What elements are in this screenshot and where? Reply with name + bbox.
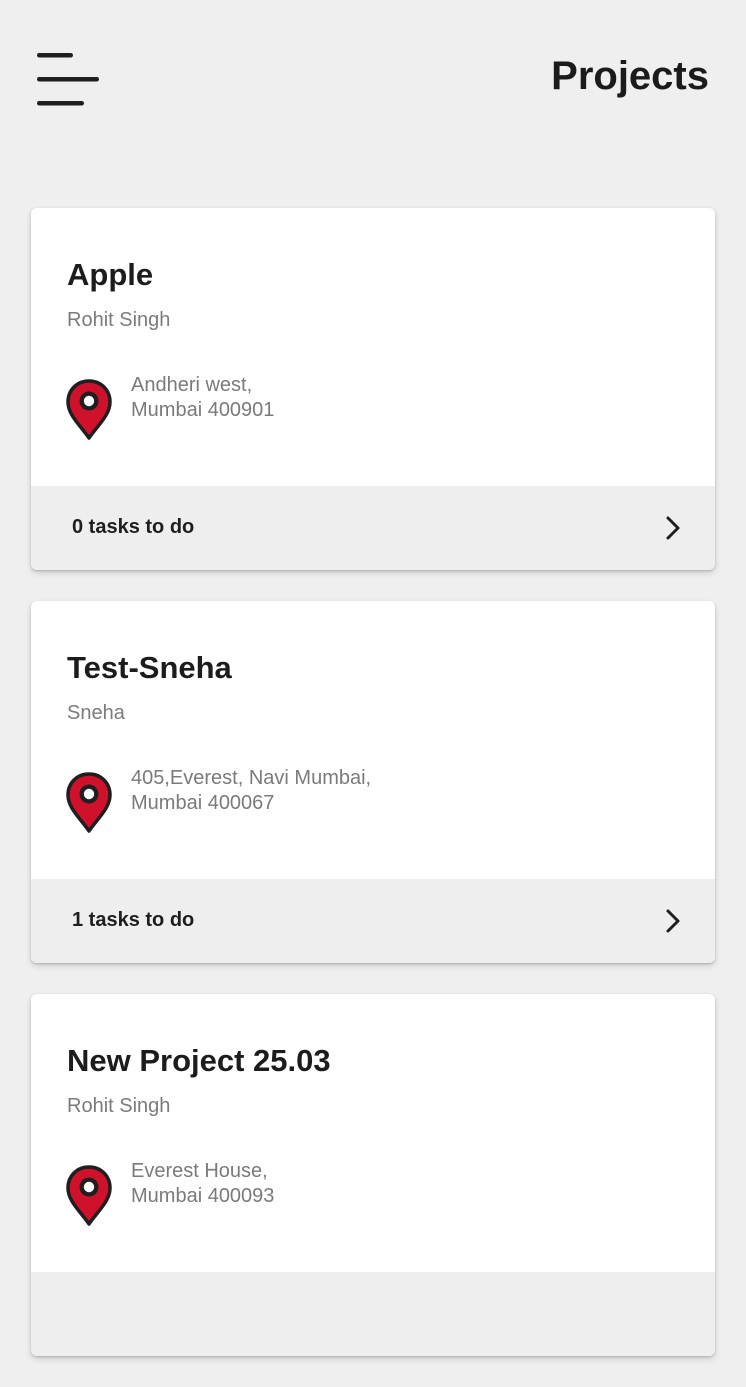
address-line-1: 405,Everest, Navi Mumbai,	[131, 767, 372, 789]
project-card[interactable]: New Project 25.03 Rohit Singh Everest Ho…	[31, 994, 715, 1356]
project-card-body[interactable]: New Project 25.03 Rohit Singh Everest Ho…	[31, 994, 715, 1272]
project-card[interactable]: Test-Sneha Sneha 405,Everest, Navi Mumba…	[31, 601, 715, 963]
project-owner: Rohit Singh	[67, 1095, 171, 1117]
address-line-2: Mumbai 400067	[131, 792, 275, 814]
map-pin-icon	[65, 379, 113, 441]
map-pin-icon	[65, 1165, 113, 1227]
project-list: Apple Rohit Singh Andheri west, Mumbai 4…	[31, 208, 715, 1387]
app-header: Projects	[0, 0, 746, 150]
page-title: Projects	[551, 54, 709, 98]
project-owner: Sneha	[67, 702, 125, 724]
project-address: Andheri west, Mumbai 400901	[131, 373, 274, 423]
tasks-footer-button[interactable]: 1 tasks to do	[31, 879, 715, 963]
address-line-1: Everest House,	[131, 1160, 268, 1182]
project-card-body[interactable]: Apple Rohit Singh Andheri west, Mumbai 4…	[31, 208, 715, 486]
project-address: Everest House, Mumbai 400093	[131, 1159, 274, 1209]
project-name: Test-Sneha	[67, 650, 232, 685]
menu-button[interactable]	[36, 50, 100, 112]
tasks-footer-button[interactable]: 0 tasks to do	[31, 486, 715, 570]
project-address: 405,Everest, Navi Mumbai, Mumbai 400067	[131, 766, 371, 816]
chevron-right-icon	[665, 908, 681, 934]
project-name: Apple	[67, 257, 154, 292]
address-line-2: Mumbai 400093	[131, 1185, 275, 1207]
map-pin-icon	[65, 772, 113, 834]
project-card[interactable]: Apple Rohit Singh Andheri west, Mumbai 4…	[31, 208, 715, 570]
project-card-body[interactable]: Test-Sneha Sneha 405,Everest, Navi Mumba…	[31, 601, 715, 879]
hamburger-menu-icon	[37, 53, 99, 106]
tasks-count: 1 tasks to do	[72, 909, 195, 931]
address-line-1: Andheri west,	[131, 374, 253, 396]
tasks-footer-button[interactable]	[31, 1272, 715, 1356]
chevron-right-icon	[665, 515, 681, 541]
tasks-count: 0 tasks to do	[72, 516, 195, 538]
address-line-2: Mumbai 400901	[131, 399, 275, 421]
project-name: New Project 25.03	[67, 1043, 331, 1078]
project-owner: Rohit Singh	[67, 309, 171, 331]
